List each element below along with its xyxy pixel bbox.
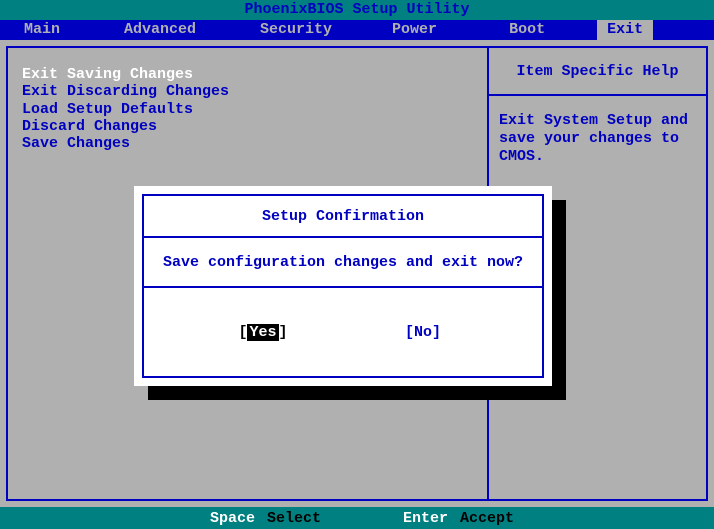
footer-bar: Space Select Enter Accept bbox=[0, 507, 714, 529]
dialog-yes-label: Yes bbox=[247, 324, 278, 341]
menu-tab-advanced[interactable]: Advanced bbox=[120, 20, 200, 40]
bios-root: PhoenixBIOS Setup Utility Main Advanced … bbox=[0, 0, 714, 529]
exit-option-discard[interactable]: Discard Changes bbox=[22, 118, 473, 135]
dialog-buttons: [Yes] [No] bbox=[144, 288, 542, 376]
dialog-yes-button[interactable]: [Yes] bbox=[183, 324, 343, 341]
menu-tab-security[interactable]: Security bbox=[256, 20, 336, 40]
menu-tab-main[interactable]: Main bbox=[20, 20, 64, 40]
footer-action-accept: Accept bbox=[460, 510, 514, 527]
menu-tab-boot[interactable]: Boot bbox=[505, 20, 549, 40]
exit-option-load-defaults[interactable]: Load Setup Defaults bbox=[22, 101, 473, 118]
footer-key-enter: Enter bbox=[403, 510, 448, 527]
dialog-frame: Setup Confirmation Save configuration ch… bbox=[142, 194, 544, 378]
bracket-close-icon: ] bbox=[432, 324, 441, 341]
menu-tab-power[interactable]: Power bbox=[388, 20, 441, 40]
menu-tab-exit[interactable]: Exit bbox=[597, 20, 653, 40]
dialog-no-button[interactable]: [No] bbox=[343, 324, 503, 341]
footer-hint-accept: Enter Accept bbox=[403, 510, 514, 527]
app-title: PhoenixBIOS Setup Utility bbox=[0, 0, 714, 20]
footer-hint-select: Space Select bbox=[210, 510, 321, 527]
bracket-open-icon: [ bbox=[405, 324, 414, 341]
top-menu-bar: Main Advanced Security Power Boot Exit bbox=[0, 20, 714, 40]
dialog-no-label: No bbox=[414, 324, 432, 341]
exit-option-save-exit[interactable]: Exit Saving Changes bbox=[22, 66, 473, 83]
confirmation-dialog: Setup Confirmation Save configuration ch… bbox=[134, 186, 552, 386]
bracket-close-icon: ] bbox=[279, 324, 288, 341]
dialog-title: Setup Confirmation bbox=[144, 196, 542, 238]
exit-option-discard-exit[interactable]: Exit Discarding Changes bbox=[22, 83, 473, 100]
footer-action-select: Select bbox=[267, 510, 321, 527]
dialog-message: Save configuration changes and exit now? bbox=[144, 238, 542, 288]
content-area: Exit Saving Changes Exit Discarding Chan… bbox=[0, 40, 714, 507]
exit-option-save[interactable]: Save Changes bbox=[22, 135, 473, 152]
help-text: Exit System Setup and save your changes … bbox=[489, 96, 706, 182]
footer-key-space: Space bbox=[210, 510, 255, 527]
help-title: Item Specific Help bbox=[489, 48, 706, 96]
